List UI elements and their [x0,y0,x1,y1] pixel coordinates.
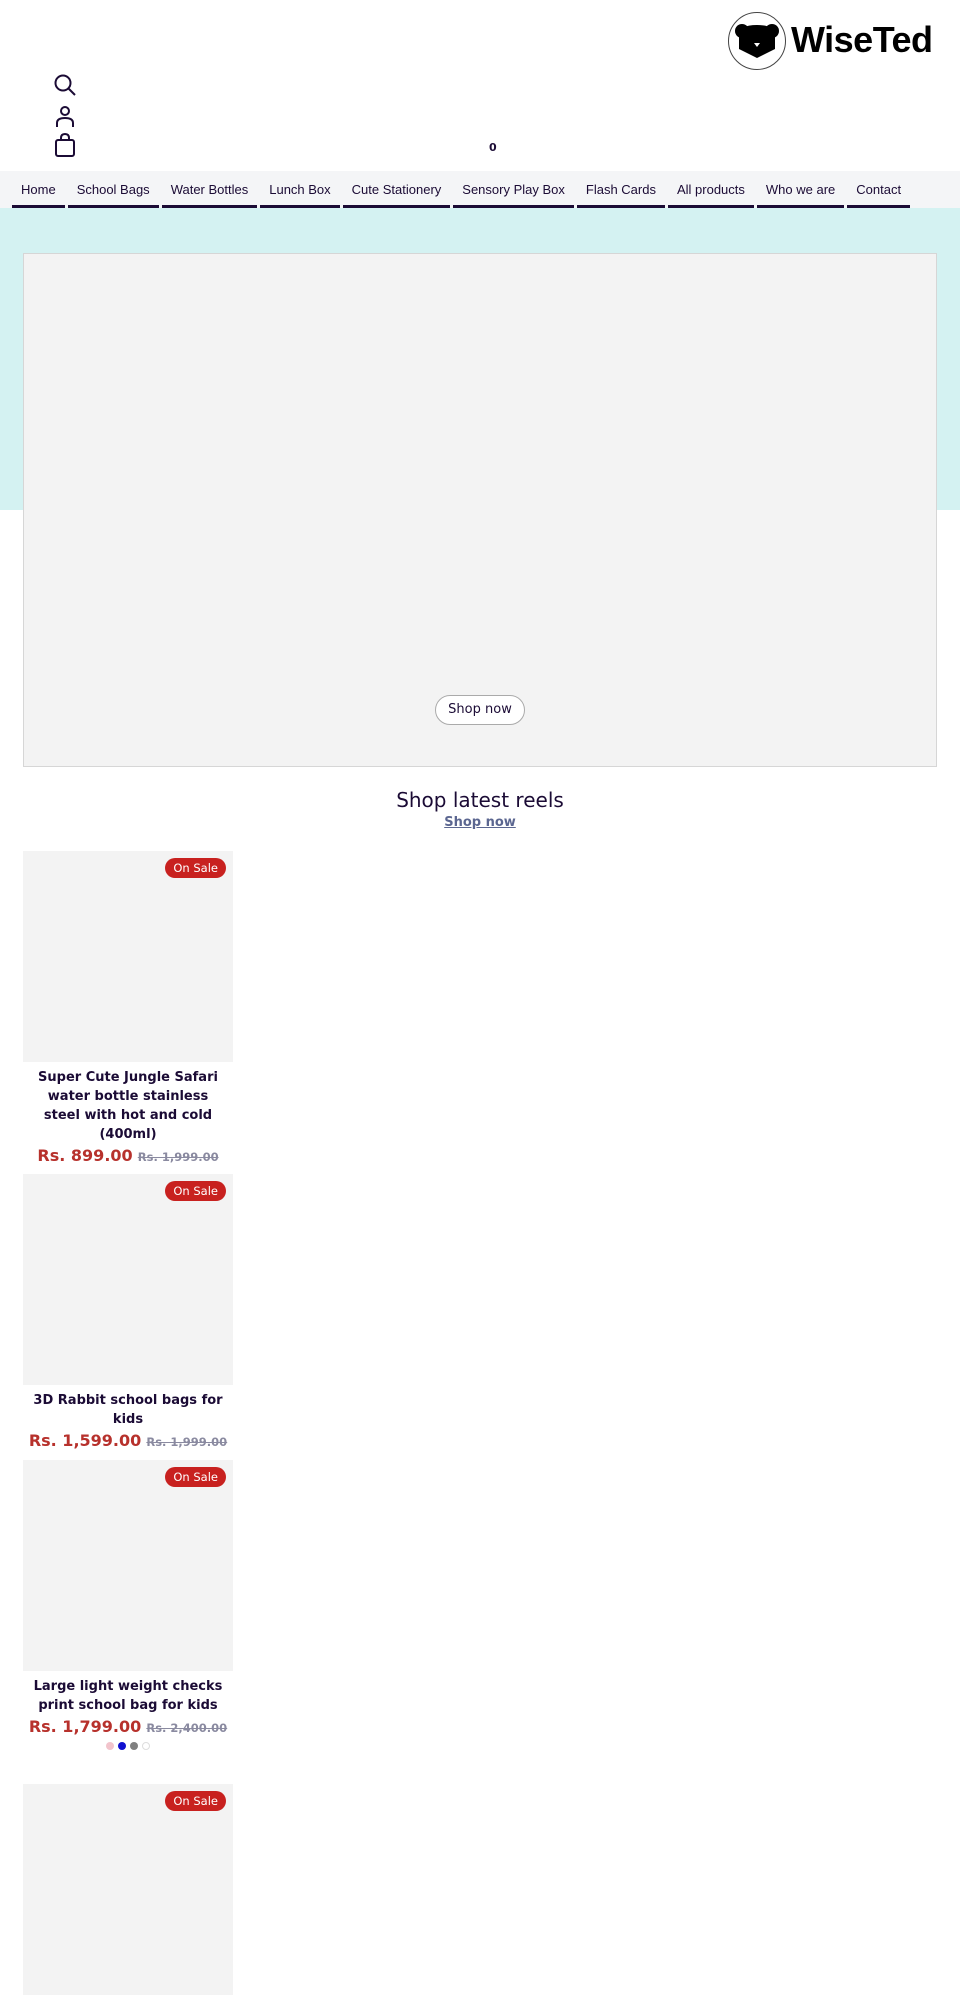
nav-contact[interactable]: Contact [847,171,911,208]
color-swatch[interactable] [118,1742,126,1750]
compare-price: Rs. 1,999.00 [137,1150,219,1164]
product-card[interactable]: On Sale Super Cute Jungle Safari water b… [23,851,233,1165]
logo[interactable]: WiseTed [727,11,933,71]
product-image[interactable]: On Sale [23,851,233,1062]
sale-badge: On Sale [165,858,226,878]
hero-slide [23,253,937,767]
section-shop-now-link[interactable]: Shop now [0,815,960,830]
product-image[interactable]: On Sale [23,1460,233,1671]
nav-sensory-play-box[interactable]: Sensory Play Box [453,171,574,208]
nav-water-bottles[interactable]: Water Bottles [161,171,258,208]
compare-price: Rs. 2,400.00 [146,1721,228,1735]
sale-badge: On Sale [165,1791,226,1811]
cart-count: 0 [489,141,497,154]
section-title: Shop latest reels [396,788,564,812]
color-swatches [23,1742,233,1750]
bear-logo-icon [728,12,786,70]
product-image[interactable]: On Sale [23,1784,233,1995]
search-icon[interactable] [53,73,77,97]
nav-home[interactable]: Home [12,171,65,208]
logo-text: WiseTed [791,19,933,60]
color-swatch[interactable] [106,1742,114,1750]
color-swatch[interactable] [142,1742,150,1750]
sale-price: Rs. 899.00 [37,1146,133,1165]
nav-who-we-are[interactable]: Who we are [756,171,845,208]
product-card[interactable]: On Sale 3D Rabbit school bags for kids R… [23,1174,233,1450]
product-image[interactable]: On Sale [23,1174,233,1385]
nav-cute-stationery[interactable]: Cute Stationery [342,171,451,208]
product-title[interactable]: 3D Rabbit school bags for kids [23,1385,233,1429]
product-title[interactable]: Super Cute Jungle Safari water bottle st… [23,1062,233,1144]
sale-badge: On Sale [165,1467,226,1487]
sale-badge: On Sale [165,1181,226,1201]
nav-flash-cards[interactable]: Flash Cards [576,171,665,208]
bag-icon[interactable] [53,133,77,157]
sale-price: Rs. 1,799.00 [28,1717,142,1736]
main-nav: Home School Bags Water Bottles Lunch Box… [0,171,960,208]
nav-lunch-box[interactable]: Lunch Box [260,171,340,208]
product-card[interactable]: On Sale Large light weight checks print … [23,1460,233,1750]
compare-price: Rs. 1,999.00 [146,1435,228,1449]
nav-all-products[interactable]: All products [667,171,754,208]
product-card[interactable]: On Sale [23,1784,233,1995]
user-icon[interactable] [53,104,77,128]
hero-shop-now-button[interactable]: Shop now [435,695,525,725]
sale-price: Rs. 1,599.00 [28,1431,142,1450]
nav-school-bags[interactable]: School Bags [67,171,159,208]
product-title[interactable]: Large light weight checks print school b… [23,1671,233,1715]
color-swatch[interactable] [130,1742,138,1750]
